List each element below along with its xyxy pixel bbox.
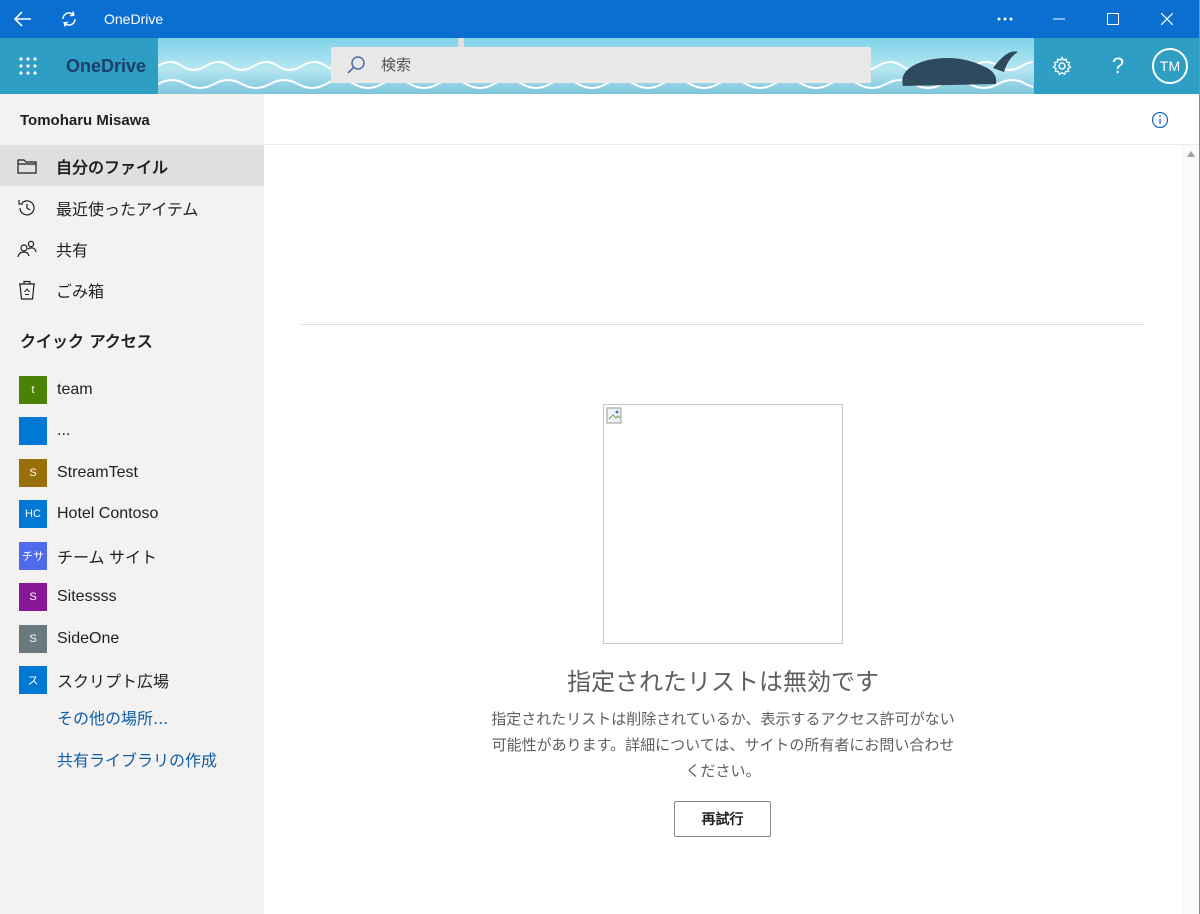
site-tile-icon: チサ [19, 541, 47, 570]
create-shared-library-link[interactable]: 共有ライブラリの作成 [57, 747, 217, 771]
vertical-scrollbar[interactable] [1182, 145, 1200, 914]
quick-access-item[interactable]: S Sitessss [0, 576, 264, 617]
scroll-up-arrow-icon[interactable] [1187, 151, 1195, 157]
quick-access-item[interactable]: ... [0, 410, 264, 451]
search-input[interactable] [381, 56, 841, 74]
quick-access-label: StreamTest [57, 463, 138, 481]
quick-access-item[interactable]: HC Hotel Contoso [0, 493, 264, 534]
nav-label: ごみ箱 [56, 281, 105, 301]
settings-button[interactable] [1034, 38, 1090, 94]
quick-access-item[interactable]: t team [0, 369, 264, 410]
folder-icon [0, 158, 56, 174]
nav-item-my-files[interactable]: 自分のファイル [0, 145, 264, 186]
suite-left-panel: OneDrive [0, 38, 158, 94]
nav-label: 共有 [56, 240, 89, 260]
site-tile-icon: t [19, 375, 47, 404]
suite-header: OneDrive ? TM [0, 38, 1200, 94]
site-tile-icon: HC [19, 499, 47, 528]
nav-label: 最近使ったアイテム [56, 199, 199, 219]
recycle-bin-icon [0, 280, 56, 300]
app-launcher-button[interactable] [0, 38, 56, 94]
nav-item-recent[interactable]: 最近使ったアイテム [0, 187, 264, 228]
site-tile-icon [19, 416, 47, 445]
maximize-button[interactable] [1090, 0, 1136, 38]
error-illustration [603, 404, 843, 644]
nav-item-shared[interactable]: 共有 [0, 228, 264, 269]
quick-access-label: スクリプト広場 [57, 673, 170, 691]
close-icon [1161, 13, 1173, 25]
quick-access-item[interactable]: S StreamTest [0, 452, 264, 493]
sync-icon [62, 11, 76, 27]
waffle-icon [19, 57, 37, 75]
quick-access-label: SideOne [57, 629, 120, 647]
site-tile-icon: S [19, 624, 47, 653]
more-options-button[interactable] [982, 0, 1028, 38]
avatar[interactable]: TM [1152, 48, 1188, 84]
left-nav: Tomoharu Misawa 自分のファイル 最近使ったアイテム 共有 ごみ箱… [0, 94, 264, 914]
close-button[interactable] [1144, 0, 1190, 38]
quick-access-item[interactable]: S SideOne [0, 618, 264, 659]
brand-name[interactable]: OneDrive [66, 56, 146, 77]
quick-access-label: ... [57, 421, 71, 439]
site-tile-icon: S [19, 458, 47, 487]
window-title: OneDrive [104, 11, 164, 27]
error-description: 指定されたリストは削除されているか、表示するアクセス許可がない可能性があります。… [491, 710, 955, 780]
command-bar [264, 94, 1200, 145]
content-divider [301, 324, 1144, 325]
site-tile-icon: S [19, 582, 47, 611]
quick-access-item[interactable]: チサ チーム サイト [0, 535, 264, 576]
info-icon [1151, 111, 1169, 129]
history-icon [0, 198, 56, 218]
sync-button[interactable] [46, 0, 92, 38]
more-places-link[interactable]: その他の場所... [57, 705, 168, 729]
help-icon: ? [1111, 53, 1125, 78]
quick-access-heading: クイック アクセス [20, 332, 153, 351]
user-name: Tomoharu Misawa [20, 112, 150, 129]
back-button[interactable] [0, 0, 46, 38]
nav-label: 自分のファイル [56, 157, 169, 177]
gear-icon [1052, 56, 1072, 76]
suite-right-panel: ? TM [1034, 38, 1200, 94]
search-icon [331, 55, 381, 75]
quick-access-label: team [57, 380, 93, 398]
title-bar: OneDrive [0, 0, 1200, 38]
quick-access-label: Hotel Contoso [57, 504, 159, 522]
back-arrow-icon [14, 11, 31, 27]
retry-button[interactable]: 再試行 [674, 801, 771, 837]
more-icon [997, 17, 1013, 21]
broken-image-icon [606, 407, 622, 424]
help-button[interactable]: ? [1090, 38, 1146, 94]
main-content: 指定されたリストは無効です 指定されたリストは削除されているか、表示するアクセス… [264, 94, 1200, 914]
minimize-icon [1053, 18, 1065, 20]
search-box[interactable] [331, 47, 871, 83]
info-button[interactable] [1148, 108, 1172, 132]
nav-item-recycle-bin[interactable]: ごみ箱 [0, 269, 264, 310]
people-icon [0, 239, 56, 259]
quick-access-item[interactable]: ススクリプト広場 [0, 659, 264, 700]
maximize-icon [1107, 13, 1119, 25]
quick-access-label: Sitessss [57, 587, 117, 605]
site-tile-icon: ス [19, 665, 47, 694]
error-title: 指定されたリストは無効です [567, 668, 879, 696]
quick-access-label: チーム サイト [57, 549, 157, 567]
minimize-button[interactable] [1036, 0, 1082, 38]
